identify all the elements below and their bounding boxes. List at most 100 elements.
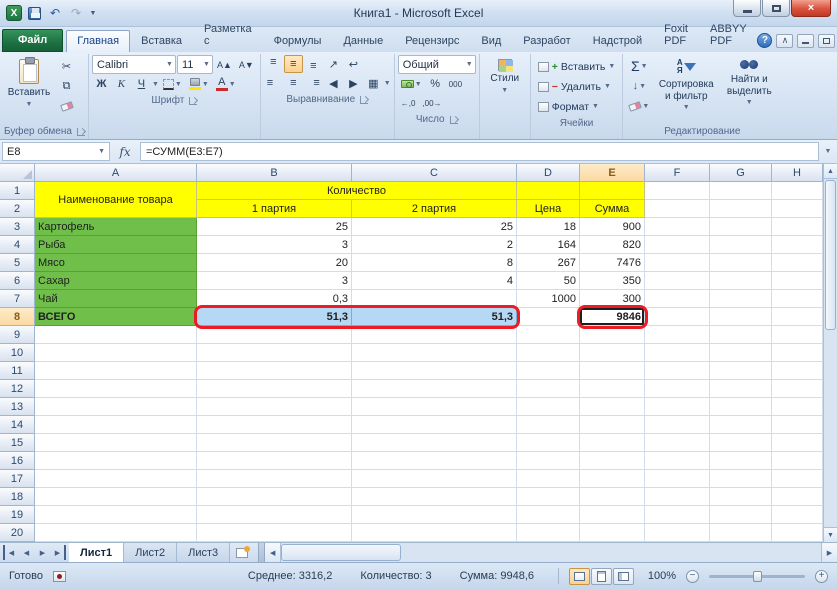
vertical-scroll-thumb[interactable]	[825, 180, 836, 330]
merge-center-button[interactable]: ▦	[364, 74, 383, 92]
cell-H18[interactable]	[772, 488, 823, 506]
cell-F15[interactable]	[645, 434, 710, 452]
cell-H6[interactable]	[772, 272, 823, 290]
cell-C13[interactable]	[352, 398, 517, 416]
autosum-button[interactable]: Σ ▼	[626, 57, 652, 75]
page-layout-view-button[interactable]	[591, 567, 612, 585]
font-name-combo[interactable]: Calibri ▼	[91, 55, 176, 74]
cell-B9[interactable]	[197, 326, 352, 344]
col-header-A[interactable]: A	[35, 164, 197, 182]
cell-E4[interactable]: 820	[580, 236, 645, 254]
cell-G18[interactable]	[710, 488, 772, 506]
cell-D15[interactable]	[517, 434, 580, 452]
tab-developer[interactable]: Разработ	[512, 30, 581, 52]
cell-E20[interactable]	[580, 524, 645, 542]
row-header-19[interactable]: 19	[0, 506, 35, 524]
cell-B18[interactable]	[197, 488, 352, 506]
row-header-18[interactable]: 18	[0, 488, 35, 506]
name-box-dropdown-arrow[interactable]: ▼	[98, 148, 105, 155]
cell-E5[interactable]: 7476	[580, 254, 645, 272]
merge-dropdown-arrow[interactable]: ▼	[384, 80, 391, 87]
cell-E18[interactable]	[580, 488, 645, 506]
cell-B5[interactable]: 20	[197, 254, 352, 272]
zoom-level[interactable]: 100%	[644, 570, 676, 582]
cell-F18[interactable]	[645, 488, 710, 506]
format-painter-button[interactable]	[57, 97, 76, 115]
col-header-C[interactable]: C	[352, 164, 517, 182]
cell-D6[interactable]: 50	[517, 272, 580, 290]
cell-D8[interactable]	[517, 308, 580, 326]
font-size-combo[interactable]: 11 ▼	[176, 55, 213, 74]
cell-C4[interactable]: 2	[352, 236, 517, 254]
cell-H20[interactable]	[772, 524, 823, 542]
cell-G14[interactable]	[710, 416, 772, 434]
cell-D3[interactable]: 18	[517, 218, 580, 236]
col-header-B[interactable]: B	[197, 164, 352, 182]
cell-B13[interactable]	[197, 398, 352, 416]
row-header-11[interactable]: 11	[0, 362, 35, 380]
cell-E14[interactable]	[580, 416, 645, 434]
cell-B14[interactable]	[197, 416, 352, 434]
cell-E10[interactable]	[580, 344, 645, 362]
tab-formulas[interactable]: Формулы	[263, 30, 333, 52]
tab-insert[interactable]: Вставка	[130, 30, 193, 52]
cell-E3[interactable]: 900	[580, 218, 645, 236]
row-header-14[interactable]: 14	[0, 416, 35, 434]
tab-addins[interactable]: Надстрой	[582, 30, 653, 52]
row-header-17[interactable]: 17	[0, 470, 35, 488]
cell-A7[interactable]: Чай	[35, 290, 197, 308]
cell-A1[interactable]: Наименование товара	[35, 182, 197, 218]
cell-F9[interactable]	[645, 326, 710, 344]
fill-button[interactable]: ↓ ▼	[626, 77, 652, 95]
horizontal-scrollbar[interactable]: ◀ ▶	[265, 543, 837, 562]
decrease-indent-button[interactable]: ◀	[324, 74, 343, 92]
cell-H9[interactable]	[772, 326, 823, 344]
horizontal-scroll-thumb[interactable]	[281, 544, 402, 561]
cell-B10[interactable]	[197, 344, 352, 362]
cell-A17[interactable]	[35, 470, 197, 488]
number-dialog-launcher[interactable]	[449, 115, 458, 124]
last-sheet-button[interactable]: ▶	[51, 545, 66, 560]
find-select-button[interactable]: Найти и выделить ▼	[720, 55, 778, 117]
wrap-text-button[interactable]: ↩	[344, 55, 363, 73]
cell-A9[interactable]	[35, 326, 197, 344]
cell-F17[interactable]	[645, 470, 710, 488]
cell-H11[interactable]	[772, 362, 823, 380]
copy-button[interactable]: ⧉	[57, 77, 76, 95]
font-dialog-launcher[interactable]	[189, 96, 198, 105]
vertical-scrollbar[interactable]: ▲ ▼	[823, 164, 837, 542]
cell-D18[interactable]	[517, 488, 580, 506]
row-header-15[interactable]: 15	[0, 434, 35, 452]
cell-A8[interactable]: ВСЕГО	[35, 308, 197, 326]
cell-C7[interactable]	[352, 290, 517, 308]
cell-H4[interactable]	[772, 236, 823, 254]
col-header-G[interactable]: G	[710, 164, 772, 182]
insert-worksheet-button[interactable]	[230, 543, 254, 562]
cell-H7[interactable]	[772, 290, 823, 308]
cell-D10[interactable]	[517, 344, 580, 362]
tab-split-handle[interactable]	[258, 543, 266, 562]
col-header-E[interactable]: E	[580, 164, 645, 182]
cell-A5[interactable]: Мясо	[35, 254, 197, 272]
excel-app-icon[interactable]: X	[6, 5, 22, 21]
row-header-9[interactable]: 9	[0, 326, 35, 344]
save-button[interactable]	[25, 5, 43, 22]
cell-D5[interactable]: 267	[517, 254, 580, 272]
cell-G16[interactable]	[710, 452, 772, 470]
cell-H15[interactable]	[772, 434, 823, 452]
cell-C8[interactable]: 51,3	[352, 308, 517, 326]
orientation-button[interactable]: ↗	[324, 55, 343, 73]
cell-G3[interactable]	[710, 218, 772, 236]
cell-D14[interactable]	[517, 416, 580, 434]
page-break-view-button[interactable]	[613, 567, 634, 585]
grow-font-button[interactable]: А▲	[214, 56, 235, 74]
cell-A6[interactable]: Сахар	[35, 272, 197, 290]
row-header-1[interactable]: 1	[0, 182, 35, 200]
cell-D20[interactable]	[517, 524, 580, 542]
sheet-tab-list3[interactable]: Лист3	[177, 543, 231, 562]
cell-B2[interactable]: 1 партия	[197, 200, 352, 218]
qat-customize-dropdown[interactable]: ▼	[88, 5, 98, 22]
cell-G1[interactable]	[710, 182, 772, 200]
paste-dropdown-arrow[interactable]: ▼	[26, 101, 33, 109]
cell-C11[interactable]	[352, 362, 517, 380]
